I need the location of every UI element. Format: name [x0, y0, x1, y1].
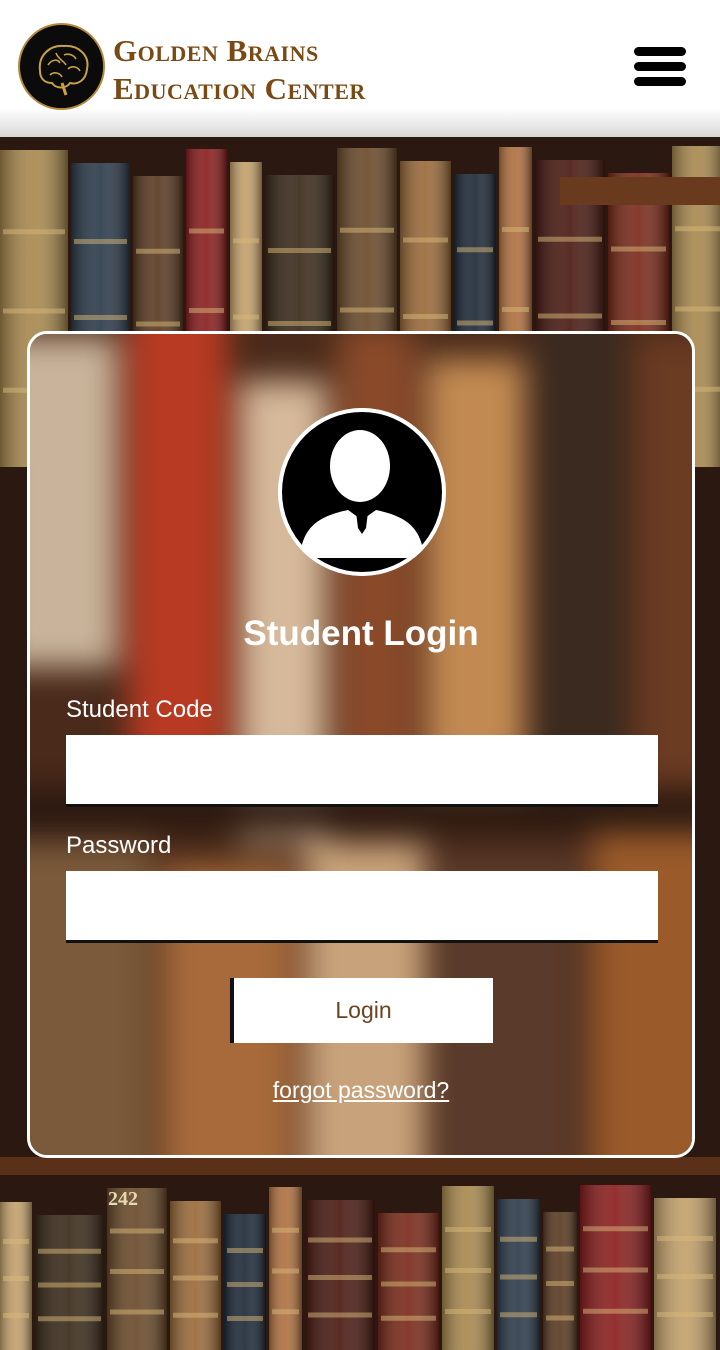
student-code-label: Student Code [66, 696, 213, 723]
book-spine-band [136, 248, 180, 254]
brand-line-2: Education Center [113, 71, 366, 106]
book-spine-band [74, 239, 127, 244]
book-spine-band [3, 1239, 29, 1244]
book-spine-band [110, 1228, 164, 1234]
book-spine-band [74, 315, 127, 320]
brand-name[interactable]: Golden Brains Education Center [113, 32, 366, 108]
book-spine-band [403, 237, 448, 243]
book-spine-band [457, 320, 493, 326]
book-spine-band [500, 1236, 537, 1242]
book-spine-band [500, 1312, 537, 1318]
book-spine-band [546, 1246, 574, 1252]
book-spine-band [583, 1226, 648, 1232]
book-spine-band [403, 314, 448, 319]
password-label: Password [66, 832, 172, 859]
book-spine-band [445, 1268, 491, 1273]
book-spine-band [227, 1316, 263, 1321]
book-spine-band [538, 236, 602, 242]
book-spine-band [675, 226, 720, 232]
book-spine-band [272, 1227, 299, 1233]
book-spine-band [445, 1309, 491, 1314]
book-spine-band [227, 1248, 263, 1253]
hamburger-menu-icon[interactable] [634, 47, 686, 87]
book-spine-band [3, 1313, 29, 1318]
book-spine-band [136, 321, 180, 327]
book-spine-band [657, 1274, 713, 1279]
book-spine-band [110, 1309, 164, 1315]
book-spine-band [502, 307, 529, 312]
book-spine-band [500, 1274, 537, 1280]
book-spine-band [3, 1276, 29, 1281]
book-spine-band [657, 1236, 713, 1241]
book-spine-band [272, 1309, 299, 1315]
book-spine-band [308, 1275, 372, 1280]
book-spine-band [38, 1316, 101, 1322]
book-spine-band [233, 238, 259, 244]
book-spine-band [38, 1282, 101, 1288]
book-spine-band [583, 1308, 648, 1314]
password-input[interactable] [66, 871, 658, 943]
book-spine-band [268, 321, 331, 326]
forgot-password-link[interactable]: forgot password? [30, 1077, 692, 1104]
book-spine-band [502, 227, 529, 232]
student-code-input[interactable] [66, 735, 658, 807]
book-spine-band [272, 1268, 299, 1274]
site-header: Golden Brains Education Center [0, 0, 720, 137]
user-avatar-icon [278, 408, 446, 576]
brand-line-1: Golden Brains [113, 33, 319, 68]
book-spine-band [657, 1312, 713, 1317]
book-spine-band [227, 1282, 263, 1287]
brain-logo-icon[interactable] [18, 23, 105, 110]
book-spine-band [173, 1238, 218, 1244]
book-spine-band [381, 1315, 436, 1321]
book-spine-band [583, 1267, 648, 1273]
book-spine-band [546, 1315, 574, 1321]
page-title: Student Login [243, 614, 479, 653]
book-spine-band [611, 246, 666, 252]
book-spine-band [110, 1269, 164, 1274]
book-spine-band [189, 228, 224, 234]
book-spine-band [381, 1281, 436, 1287]
book-spine-band [308, 1312, 372, 1318]
book-spine-band [546, 1281, 574, 1286]
book-spine-band [381, 1247, 436, 1253]
book-spine-band [38, 1248, 101, 1254]
login-button[interactable]: Login [230, 978, 493, 1043]
book-spine-band [340, 227, 394, 233]
book-spine-band [675, 306, 720, 312]
book-spine-band [173, 1275, 218, 1281]
login-card: Student Login Student Code Password Logi… [27, 331, 695, 1158]
book-spine-band [173, 1312, 218, 1318]
book-spine-band [340, 307, 394, 313]
book-spine-band [457, 247, 493, 253]
book-spine-band [308, 1237, 372, 1243]
shelf-label: 242 [108, 1188, 138, 1210]
book-spine-band [538, 313, 602, 319]
book-spine-band [233, 314, 259, 320]
book-spine-band [611, 320, 666, 325]
book-spine-band [189, 308, 224, 313]
book-spine-band [3, 229, 65, 235]
book-spine-band [268, 248, 331, 253]
book-spine-band [445, 1227, 491, 1232]
book-spine-band [3, 308, 65, 314]
